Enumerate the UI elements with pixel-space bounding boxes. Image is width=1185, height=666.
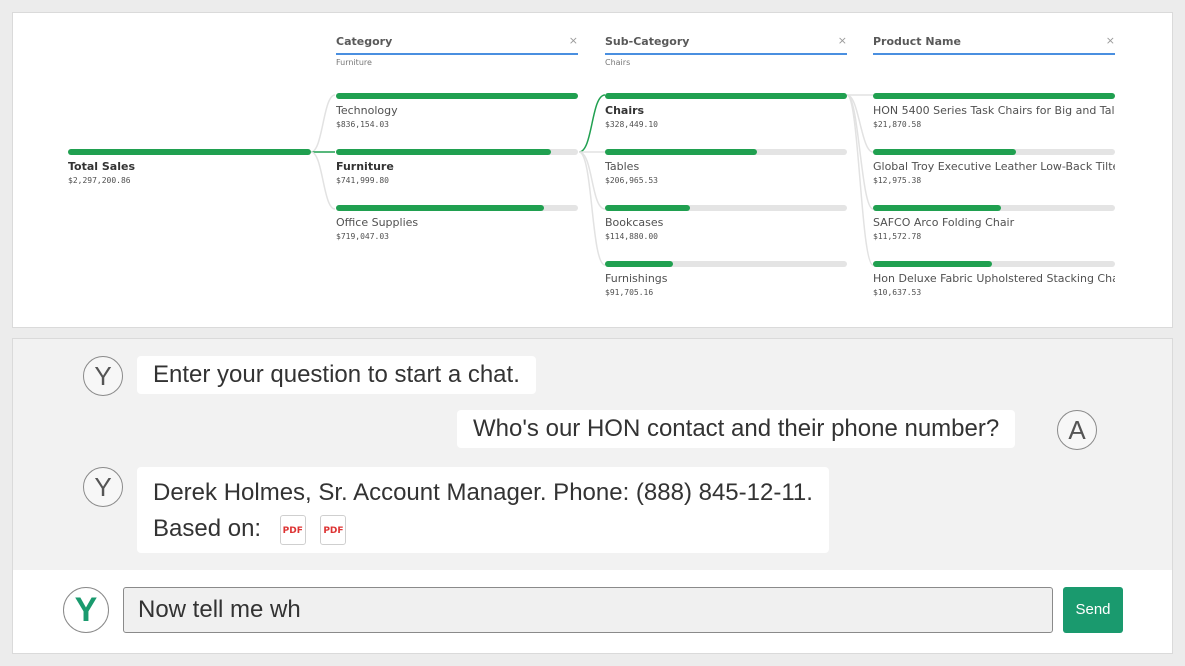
tree-node-product-3[interactable]: SAFCO Arco Folding Chair $11,572.78 [873, 205, 1115, 249]
node-label: Tables [605, 160, 640, 173]
chat-messages-area[interactable]: Y Enter your question to start a chat. W… [12, 338, 1173, 570]
node-bar-fill [873, 261, 992, 267]
node-bar-fill [336, 93, 578, 99]
node-value: $10,637.53 [873, 288, 922, 297]
close-icon[interactable]: × [1106, 34, 1115, 47]
chat-message-user: Who's our HON contact and their phone nu… [457, 410, 1016, 448]
node-bar-fill [68, 149, 311, 155]
node-bar-fill [336, 149, 552, 155]
node-value: $836,154.03 [336, 120, 389, 129]
column-title: Sub-Category [605, 35, 690, 48]
tree-node-product-4[interactable]: Hon Deluxe Fabric Upholstered Stacking C… [873, 261, 1115, 305]
node-value: $12,975.38 [873, 176, 922, 185]
assistant-logo-avatar: Y [63, 587, 109, 633]
chat-message-bot-answer: Derek Holmes, Sr. Account Manager. Phone… [137, 467, 829, 553]
node-bar-fill [605, 205, 690, 211]
tree-node-tables[interactable]: Tables $206,965.53 [605, 149, 847, 193]
tree-node-chairs[interactable]: Chairs $328,449.10 [605, 93, 847, 137]
node-label: Global Troy Executive Leather Low-Back T… [873, 160, 1115, 173]
node-value: $2,297,200.86 [68, 176, 131, 185]
node-label: Total Sales [68, 160, 136, 173]
node-label: HON 5400 Series Task Chairs for Big and … [873, 104, 1115, 117]
node-bar-fill [605, 261, 673, 267]
node-bar-fill [605, 93, 847, 99]
column-title: Product Name [873, 35, 961, 48]
pdf-icon[interactable]: PDF [279, 514, 306, 545]
sources-label: Based on: [153, 515, 262, 542]
send-button[interactable]: Send [1063, 587, 1123, 633]
node-bar-fill [336, 205, 545, 211]
answer-sources: Based on: PDF PDF [153, 511, 813, 547]
tree-node-product-2[interactable]: Global Troy Executive Leather Low-Back T… [873, 149, 1115, 193]
bot-avatar: Y [83, 467, 123, 507]
node-bar-fill [873, 205, 1002, 211]
column-selected-value: Furniture [336, 58, 372, 67]
node-label: Bookcases [605, 216, 664, 229]
node-bar-fill [605, 149, 758, 155]
node-value: $91,705.16 [605, 288, 654, 297]
user-avatar: A [1057, 410, 1097, 450]
node-value: $741,999.80 [336, 176, 389, 185]
tree-node-furniture[interactable]: Furniture $741,999.80 [336, 149, 578, 193]
answer-text: Derek Holmes, Sr. Account Manager. Phone… [153, 479, 813, 506]
node-label: Chairs [605, 104, 645, 117]
node-bar-fill [873, 93, 1115, 99]
node-value: $328,449.10 [605, 120, 658, 129]
chat-input-area: Y Now tell me wh Send [12, 570, 1173, 654]
tree-node-bookcases[interactable]: Bookcases $114,880.00 [605, 205, 847, 249]
pdf-icon[interactable]: PDF [320, 514, 347, 545]
decomposition-tree-panel: Total Sales $2,297,200.86 Category × Fur… [12, 12, 1173, 328]
column-header-sub-category[interactable]: Sub-Category × [605, 34, 847, 55]
tree-node-product-1[interactable]: HON 5400 Series Task Chairs for Big and … [873, 93, 1115, 137]
bot-avatar: Y [83, 356, 123, 396]
node-value: $21,870.58 [873, 120, 922, 129]
column-title: Category [336, 35, 393, 48]
node-label: Technology [336, 104, 398, 117]
node-label: Hon Deluxe Fabric Upholstered Stacking C… [873, 272, 1115, 285]
node-value: $114,880.00 [605, 232, 658, 241]
column-header-category[interactable]: Category × [336, 34, 578, 55]
column-header-product-name[interactable]: Product Name × [873, 34, 1115, 55]
node-value: $206,965.53 [605, 176, 658, 185]
tree-node-furnishings[interactable]: Furnishings $91,705.16 [605, 261, 847, 305]
chat-input-field[interactable]: Now tell me wh [123, 587, 1053, 633]
node-label: Office Supplies [336, 216, 419, 229]
close-icon[interactable]: × [838, 34, 847, 47]
node-label: Furnishings [605, 272, 668, 285]
column-selected-value: Chairs [605, 58, 631, 67]
node-value: $11,572.78 [873, 232, 922, 241]
node-label: SAFCO Arco Folding Chair [873, 216, 1015, 229]
tree-node-total-sales[interactable]: Total Sales $2,297,200.86 [68, 149, 311, 193]
tree-node-office-supplies[interactable]: Office Supplies $719,047.03 [336, 205, 578, 249]
node-label: Furniture [336, 160, 394, 173]
close-icon[interactable]: × [569, 34, 578, 47]
node-value: $719,047.03 [336, 232, 389, 241]
tree-node-technology[interactable]: Technology $836,154.03 [336, 93, 578, 137]
node-bar-fill [873, 149, 1016, 155]
chat-message-bot: Enter your question to start a chat. [137, 356, 536, 394]
